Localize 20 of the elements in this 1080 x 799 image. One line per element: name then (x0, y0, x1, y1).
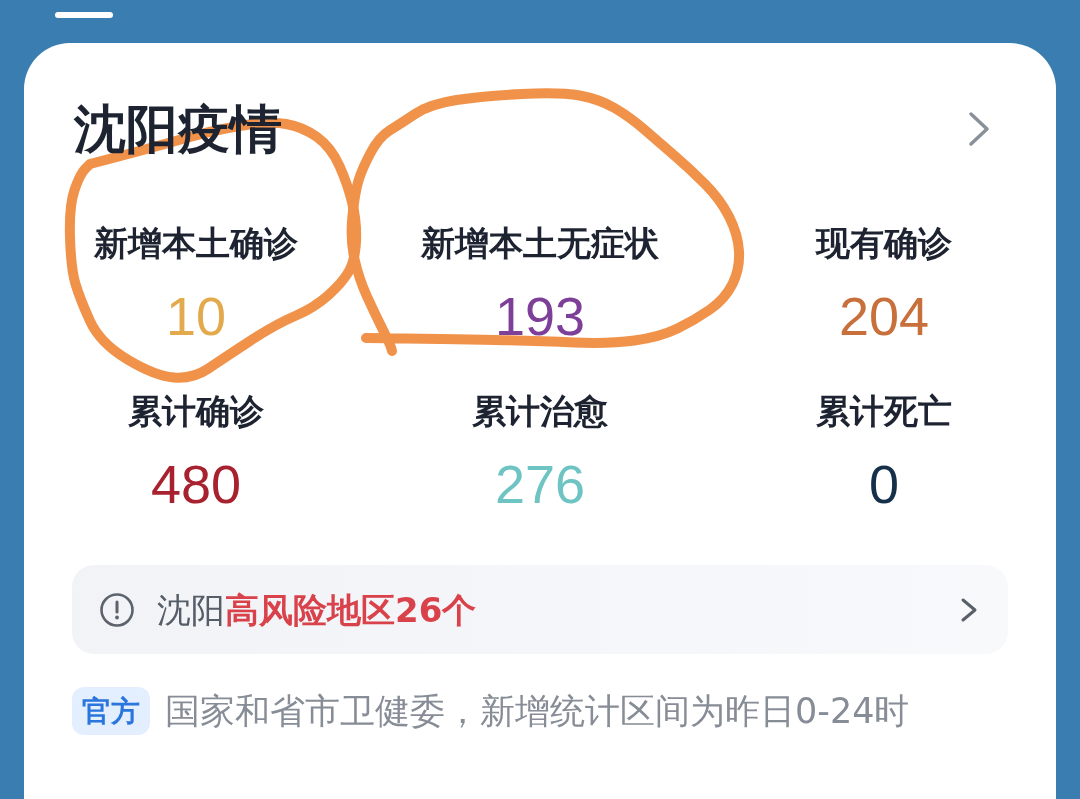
stat-label: 新增本土无症状 (421, 223, 659, 263)
risk-area-text: 沈阳高风险地区26个 (157, 589, 477, 630)
risk-area-banner[interactable]: 沈阳高风险地区26个 (72, 565, 1008, 654)
drag-handle[interactable] (55, 12, 113, 18)
stat-value: 193 (494, 286, 586, 346)
stat-value: 204 (838, 286, 930, 346)
stat-label: 新增本土确诊 (94, 223, 298, 263)
stat-value: 0 (868, 454, 899, 514)
chevron-icon[interactable] (968, 111, 990, 147)
exclamation-circle-icon (100, 592, 134, 627)
source-note: 国家和省市卫健委，新增统计区间为昨日0-24时 (165, 690, 910, 733)
official-tag: 官方 (72, 687, 150, 735)
stat-label: 累计治愈 (472, 391, 608, 431)
chevron-icon (960, 596, 978, 623)
stat-value: 10 (165, 286, 227, 346)
stat-label: 累计确诊 (128, 391, 264, 431)
stat-label: 累计死亡 (816, 391, 952, 431)
stat-label: 现有确诊 (816, 223, 952, 263)
stat-value: 480 (150, 454, 242, 514)
stat-value: 276 (494, 454, 586, 514)
